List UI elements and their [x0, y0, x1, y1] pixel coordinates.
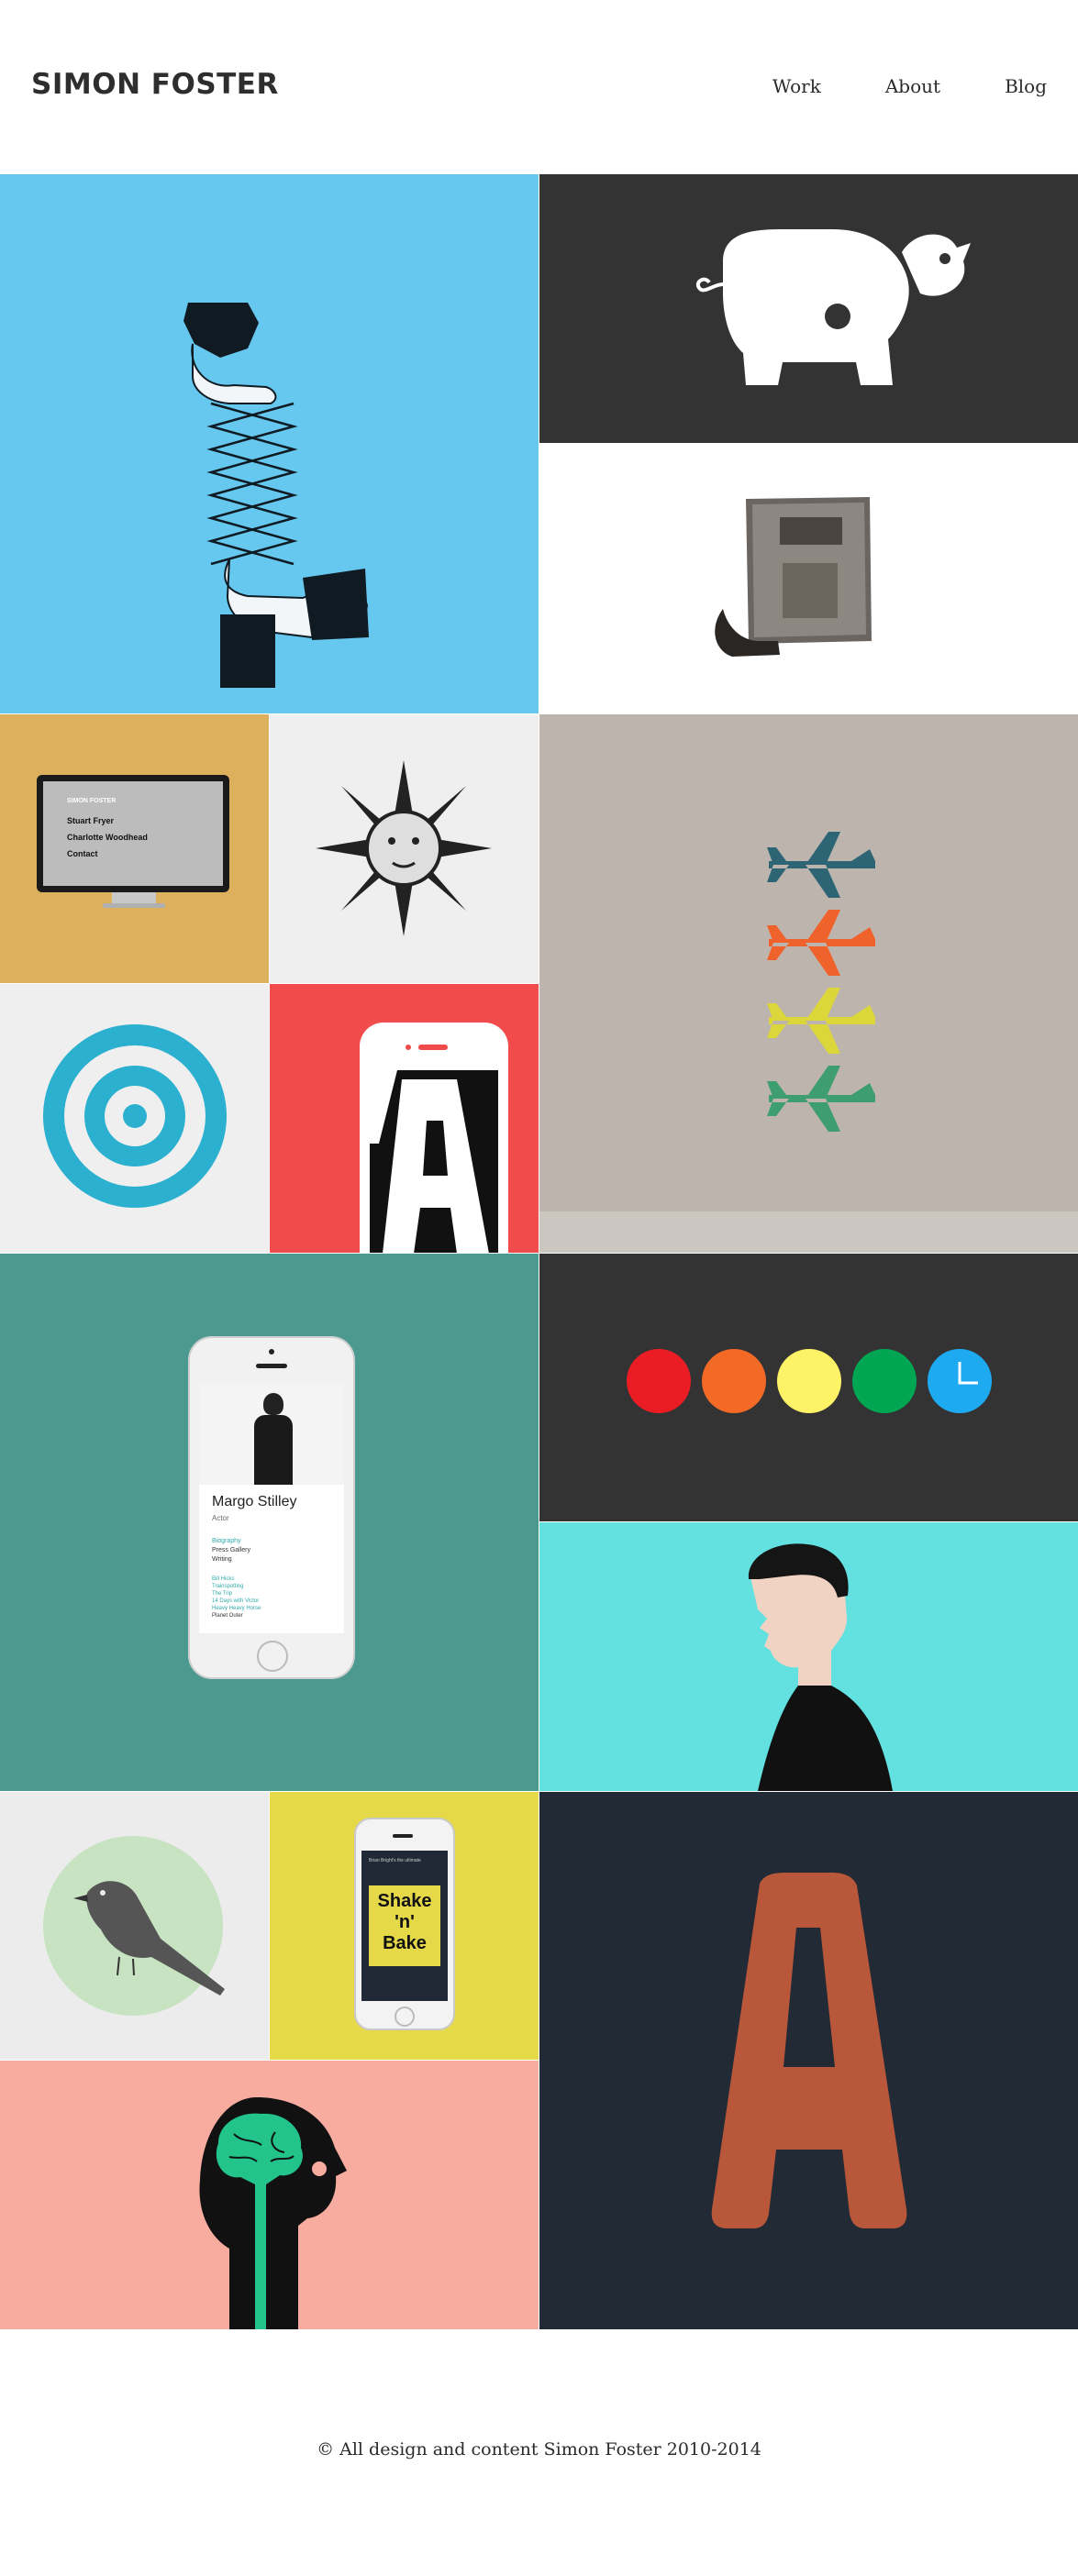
project-tile-portrait[interactable] [539, 1522, 1078, 1791]
pig-icon [695, 229, 971, 385]
project-tile-pig[interactable] [539, 174, 1078, 443]
phone-camera [269, 1349, 274, 1354]
letter-a-illustration [711, 1873, 907, 2228]
phone-speaker [256, 1364, 287, 1368]
phone-home-button [257, 1641, 288, 1672]
monitor-frame: SIMON FOSTER Stuart Fryer Charlotte Wood… [37, 775, 229, 892]
profile-link: Press Gallery [212, 1547, 251, 1553]
profile-credit: 14 Days with Victor [212, 1598, 260, 1604]
profile-photo [199, 1384, 344, 1485]
portrait-illustration [748, 1543, 893, 1791]
project-tile-phone-letter[interactable] [270, 984, 539, 1253]
shake-line-3: Bake [383, 1933, 427, 1953]
letter-a-cutout [370, 1070, 489, 1253]
project-tile-hands-spring[interactable] [0, 174, 539, 713]
phone-body: Brian Bright's the ultimate Shake 'n' Ba… [354, 1818, 455, 2030]
phone-screen: Brian Bright's the ultimate Shake 'n' Ba… [361, 1851, 448, 2001]
nav-work[interactable]: Work [772, 75, 821, 97]
plane-icon [767, 988, 875, 1054]
profile-credit: Trainspotting [212, 1584, 244, 1589]
project-tile-bird[interactable] [0, 1792, 269, 2060]
bird-illustration [43, 1836, 225, 2016]
site-header: SIMON FOSTER Work About Blog [0, 0, 1078, 174]
phone-body: Margo Stilley Actor Biography Press Gall… [188, 1336, 355, 1679]
site-logo[interactable]: SIMON FOSTER [31, 68, 279, 101]
plane-icon [767, 1066, 875, 1132]
phone-screen: Margo Stilley Actor Biography Press Gall… [199, 1384, 344, 1633]
profile-role: Actor [212, 1514, 229, 1522]
profile-credit: Heavy Heavy Horse [212, 1606, 261, 1611]
shake-line-2: 'n' [395, 1912, 415, 1932]
monitor-heading: SIMON FOSTER [67, 798, 117, 804]
book-illustration [715, 497, 872, 657]
profile-credit: Planet Outer [212, 1613, 243, 1619]
monitor-item: Stuart Fryer [67, 816, 115, 825]
project-tile-planes[interactable] [539, 714, 1078, 1253]
phone-speaker [418, 1045, 448, 1050]
shake-card: Shake 'n' Bake [369, 1885, 440, 1966]
project-tile-monitor[interactable]: SIMON FOSTER Stuart Fryer Charlotte Wood… [0, 714, 269, 983]
site-footer: © All design and content Simon Foster 20… [0, 2439, 1078, 2460]
profile-name: Margo Stilley [212, 1494, 297, 1509]
profile-credit: The Trip [212, 1591, 233, 1597]
project-tile-phone-profile[interactable]: Margo Stilley Actor Biography Press Gall… [0, 1254, 539, 1791]
shake-line-1: Shake [377, 1891, 432, 1911]
sun-face-illustration [316, 760, 492, 936]
nav-about[interactable]: About [885, 75, 940, 97]
monitor-item: Contact [67, 849, 98, 858]
monitor-item: Charlotte Woodhead [67, 833, 148, 842]
main-nav: Work About Blog [708, 75, 1047, 97]
monitor-screen: SIMON FOSTER Stuart Fryer Charlotte Wood… [43, 781, 223, 886]
profile-credit: Bill Hicks [212, 1576, 235, 1582]
target-icon [43, 1024, 227, 1208]
project-tile-sun[interactable] [270, 714, 539, 983]
hands-spring-illustration [183, 303, 369, 688]
phone-body [360, 1023, 508, 1253]
shake-topline: Brian Bright's the ultimate [369, 1858, 421, 1863]
profile-link: Writing [212, 1556, 232, 1563]
plane-icon [767, 832, 875, 898]
phone-speaker [393, 1834, 413, 1838]
plane-icon [767, 910, 875, 976]
colored-dots [627, 1349, 992, 1413]
project-tile-dots[interactable] [539, 1254, 1078, 1521]
phone-screen [370, 1070, 498, 1253]
profile-link: Biography [212, 1538, 241, 1544]
nav-blog[interactable]: Blog [1005, 75, 1047, 97]
project-tile-brain[interactable] [0, 2061, 539, 2329]
project-tile-book[interactable] [539, 444, 1078, 713]
phone-camera [406, 1045, 411, 1050]
monitor-base [103, 903, 165, 908]
copyright-text: © All design and content Simon Foster 20… [317, 2439, 761, 2460]
project-tile-target[interactable] [0, 984, 269, 1253]
planes-illustration [767, 832, 875, 1132]
brain-head-illustration [199, 2097, 347, 2329]
phone-home-button [395, 2007, 415, 2027]
project-tile-letter-a[interactable] [539, 1792, 1078, 2329]
project-tile-phone-shake[interactable]: Brian Bright's the ultimate Shake 'n' Ba… [270, 1792, 539, 2060]
